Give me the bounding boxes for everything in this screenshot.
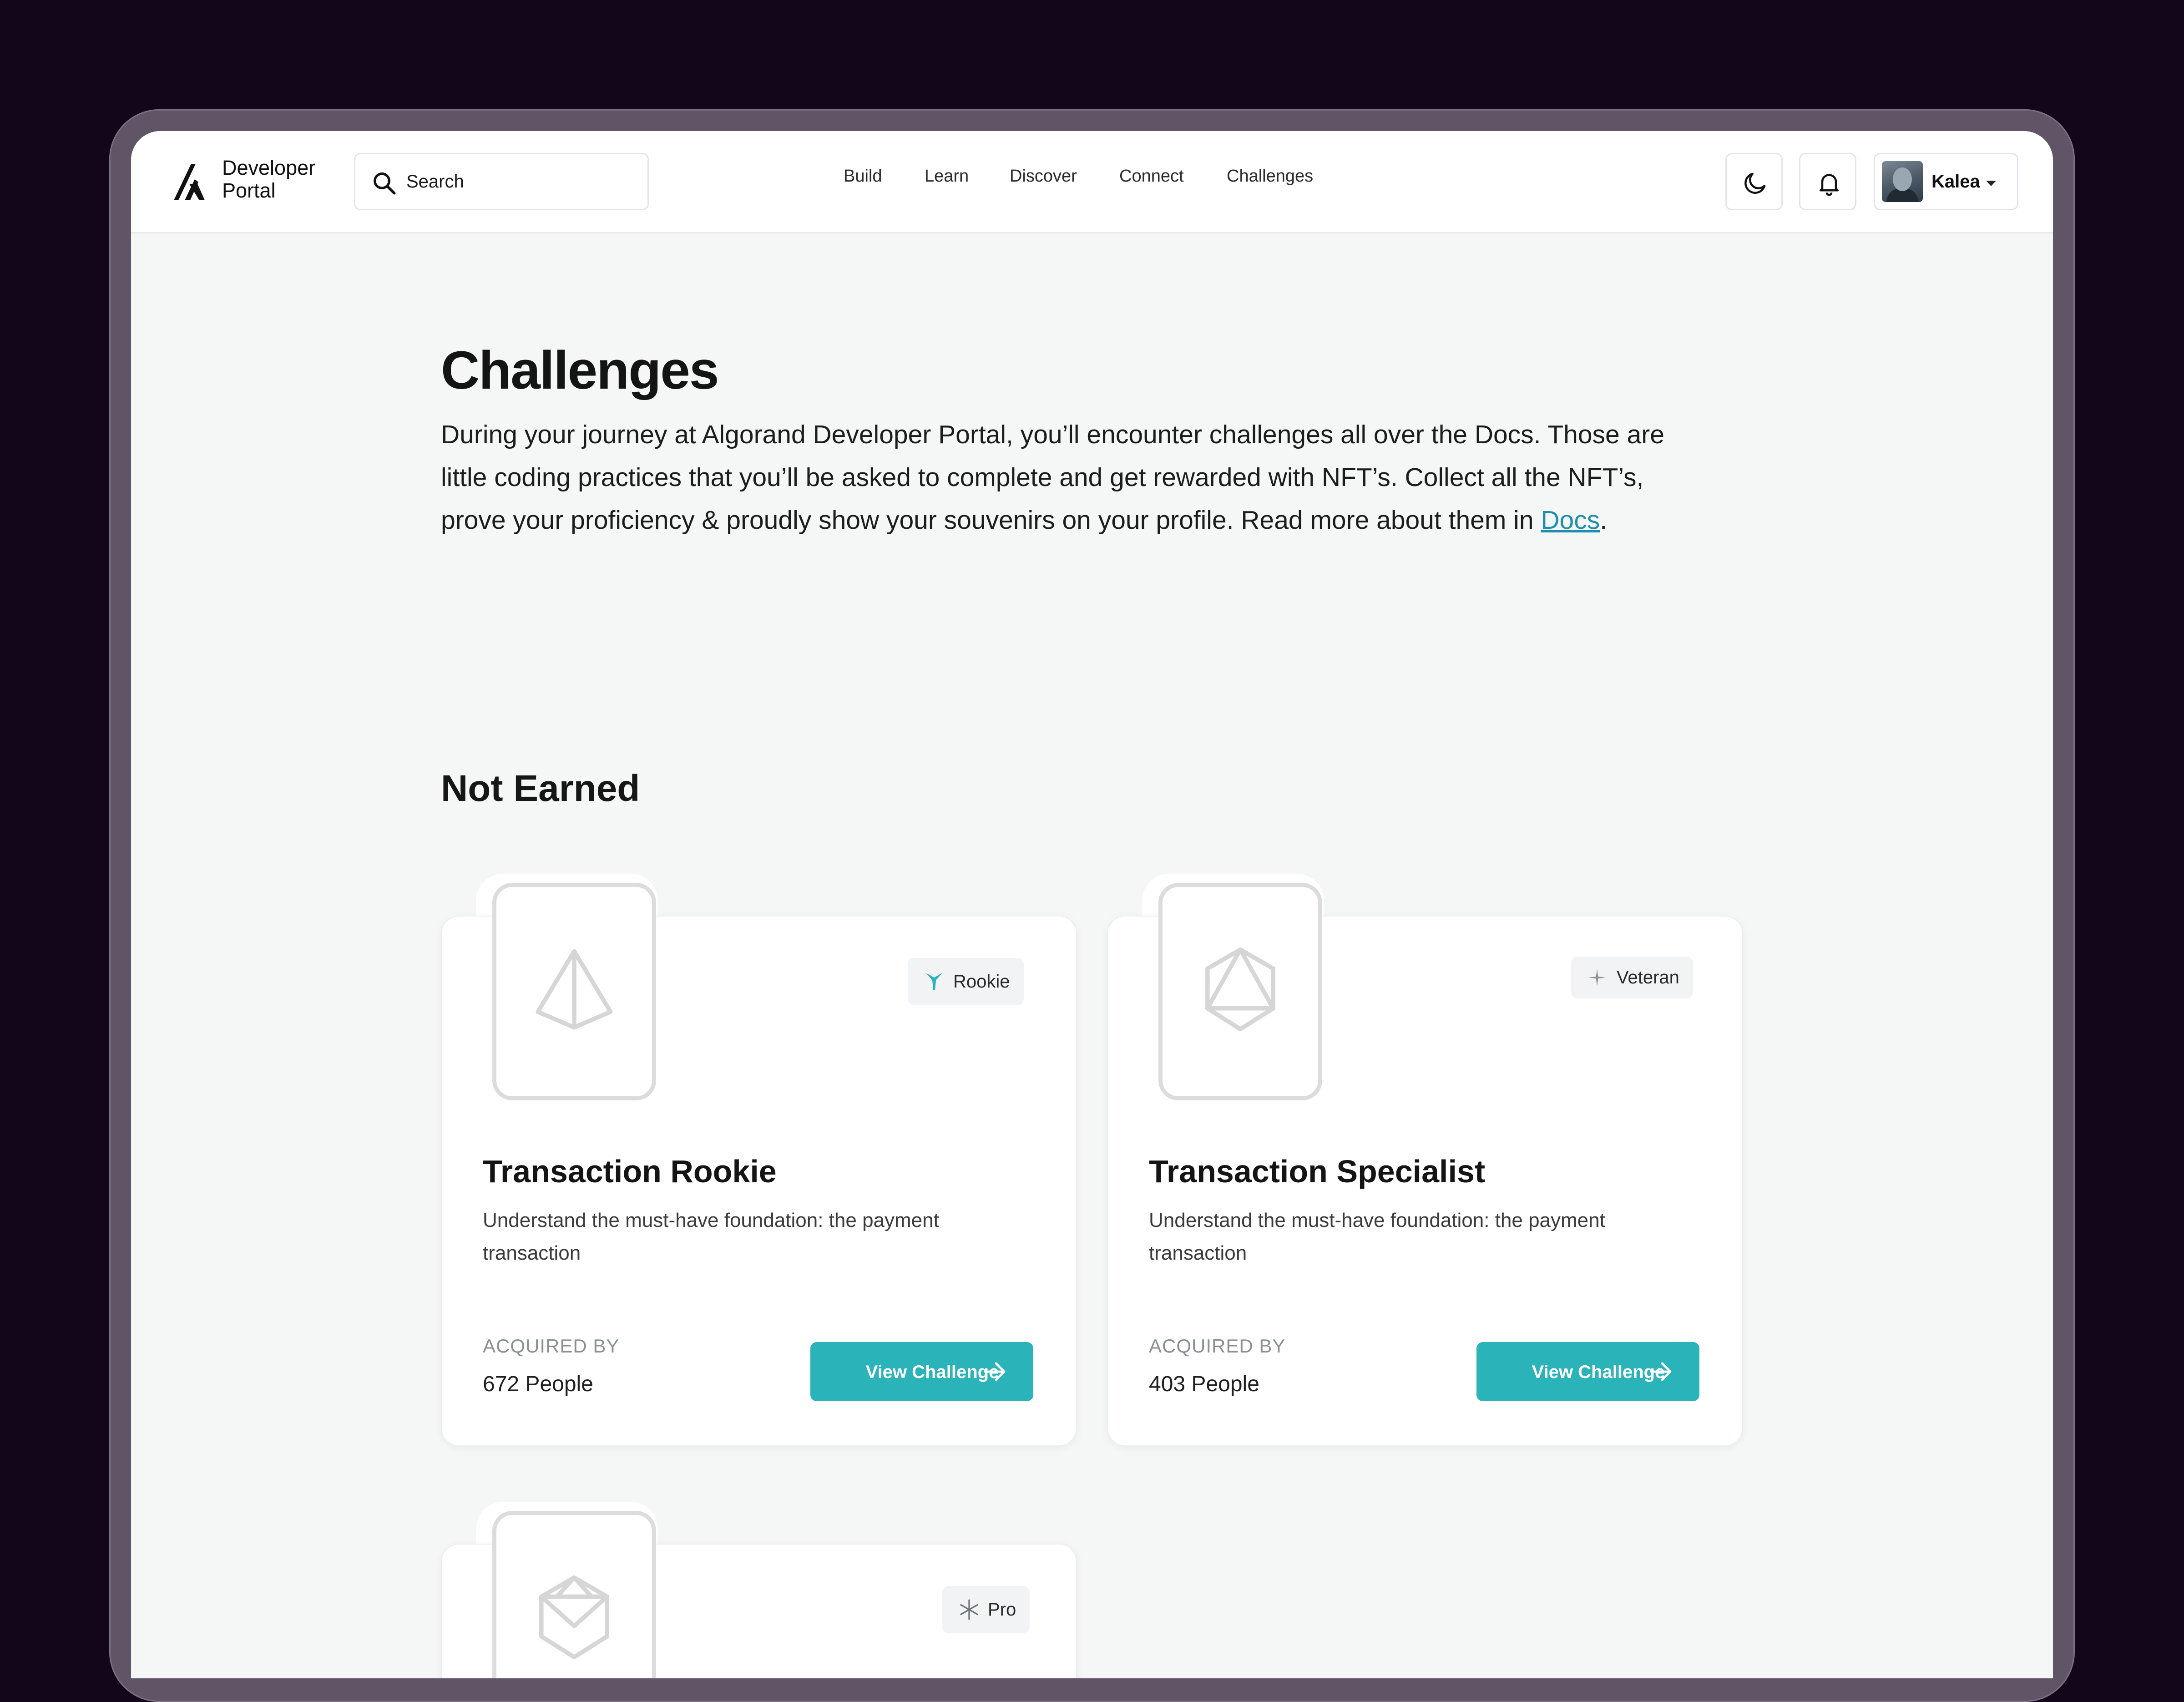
site-name-line2: Portal [222, 179, 276, 202]
search-icon [374, 172, 396, 195]
acquired-count: 672 People [483, 1372, 593, 1396]
notifications-button[interactable] [1799, 153, 1856, 210]
card-description: Understand the must-have foundation: the… [483, 1209, 939, 1264]
algorand-logo-icon[interactable] [171, 161, 212, 202]
nav-learn[interactable]: Learn [925, 167, 969, 186]
search-placeholder: Search [406, 172, 464, 192]
nav-discover[interactable]: Discover [1010, 167, 1077, 186]
acquired-label: ACQUIRED BY [483, 1335, 620, 1357]
rank-badge-label: Pro [988, 1600, 1016, 1620]
octahedron-icon [1205, 947, 1275, 1032]
nft-placeholder-image [492, 1511, 656, 1678]
card-title: Transaction Rookie [483, 1154, 777, 1189]
top-navigation-bar: Developer Portal Search Build Learn Disc… [131, 131, 2053, 233]
nav-build[interactable]: Build [844, 167, 882, 186]
rank-badge-label: Rookie [953, 972, 1010, 992]
veteran-sparkle-icon [1588, 968, 1606, 987]
nft-placeholder-image [492, 883, 656, 1100]
intro-paragraph: During your journey at Algorand Develope… [441, 413, 1715, 542]
icosahedron-icon [539, 1575, 609, 1660]
acquired-count: 403 People [1149, 1372, 1259, 1396]
site-name[interactable]: Developer Portal [222, 157, 315, 202]
nft-placeholder-image [1158, 883, 1322, 1100]
user-menu-button[interactable]: Kalea [1874, 153, 2018, 210]
view-challenge-label: View Challenge [865, 1362, 999, 1382]
view-challenge-label: View Challenge [1532, 1362, 1665, 1382]
nav-connect[interactable]: Connect [1119, 167, 1184, 186]
docs-link[interactable]: Docs [1541, 506, 1600, 535]
rank-badge: Pro [942, 1586, 1030, 1633]
pyramid-icon [536, 949, 613, 1030]
page-title: Challenges [441, 340, 719, 400]
bell-icon [1820, 174, 1839, 196]
site-name-line1: Developer [222, 156, 316, 179]
pro-star-icon [960, 1599, 978, 1620]
intro-text: During your journey at Algorand Develope… [441, 420, 1664, 535]
theme-toggle-button[interactable] [1725, 153, 1783, 210]
section-title: Not Earned [441, 768, 640, 809]
nav-challenges[interactable]: Challenges [1227, 167, 1313, 186]
rank-badge: Veteran [1571, 957, 1693, 998]
username: Kalea [1931, 172, 1980, 192]
search-input[interactable]: Search [354, 153, 649, 210]
view-challenge-button[interactable]: View Challenge [810, 1342, 1033, 1401]
acquired-label: ACQUIRED BY [1149, 1335, 1286, 1357]
card-title: Transaction Specialist [1149, 1154, 1486, 1189]
rookie-arrow-icon [926, 973, 942, 990]
avatar [1882, 161, 1923, 202]
view-challenge-button[interactable]: View Challenge [1476, 1342, 1699, 1401]
card-description: Understand the must-have foundation: the… [1149, 1209, 1605, 1264]
chevron-down-icon [1986, 181, 1996, 186]
browser-screen: Developer Portal Search Build Learn Disc… [131, 131, 2053, 1678]
rank-badge: Rookie [908, 958, 1024, 1005]
arrow-right-icon [984, 1362, 1006, 1381]
moon-icon [1744, 172, 1766, 194]
arrow-right-icon [1650, 1362, 1672, 1381]
rank-badge-label: Veteran [1617, 968, 1679, 988]
intro-end: . [1600, 506, 1608, 535]
